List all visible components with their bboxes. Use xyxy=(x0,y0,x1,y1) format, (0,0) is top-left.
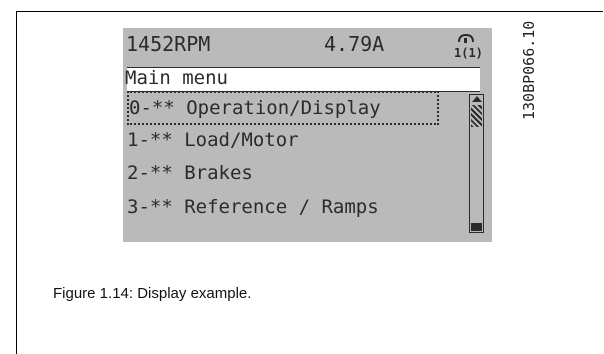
scroll-up-arrow[interactable] xyxy=(472,96,482,102)
scroll-down-arrow[interactable] xyxy=(471,223,482,231)
menu-item-operation-display[interactable]: 0-** Operation/Display xyxy=(127,91,439,125)
lcd-display: 1452RPM 4.79A 1(1) Main menu 0-** Operat… xyxy=(123,28,492,242)
hand-on-icon: 1(1) xyxy=(454,33,483,59)
menu-title: Main menu xyxy=(125,67,228,89)
menu-item-reference-ramps[interactable]: 3-** Reference / Ramps xyxy=(127,192,379,222)
menu-item-load-motor[interactable]: 1-** Load/Motor xyxy=(127,125,299,155)
menu-item-brakes[interactable]: 2-** Brakes xyxy=(127,158,253,188)
mode-label: 1(1) xyxy=(454,46,483,59)
figure-code: 130BP066.10 xyxy=(520,20,538,120)
figure-caption: Figure 1.14: Display example. xyxy=(53,285,252,302)
scroll-thumb[interactable] xyxy=(471,105,482,127)
current-readout: 4.79A xyxy=(324,32,385,56)
frame-top-border xyxy=(16,11,603,12)
frame-left-border xyxy=(16,11,17,354)
scrollbar[interactable] xyxy=(469,94,484,233)
speed-readout: 1452RPM xyxy=(126,32,211,56)
